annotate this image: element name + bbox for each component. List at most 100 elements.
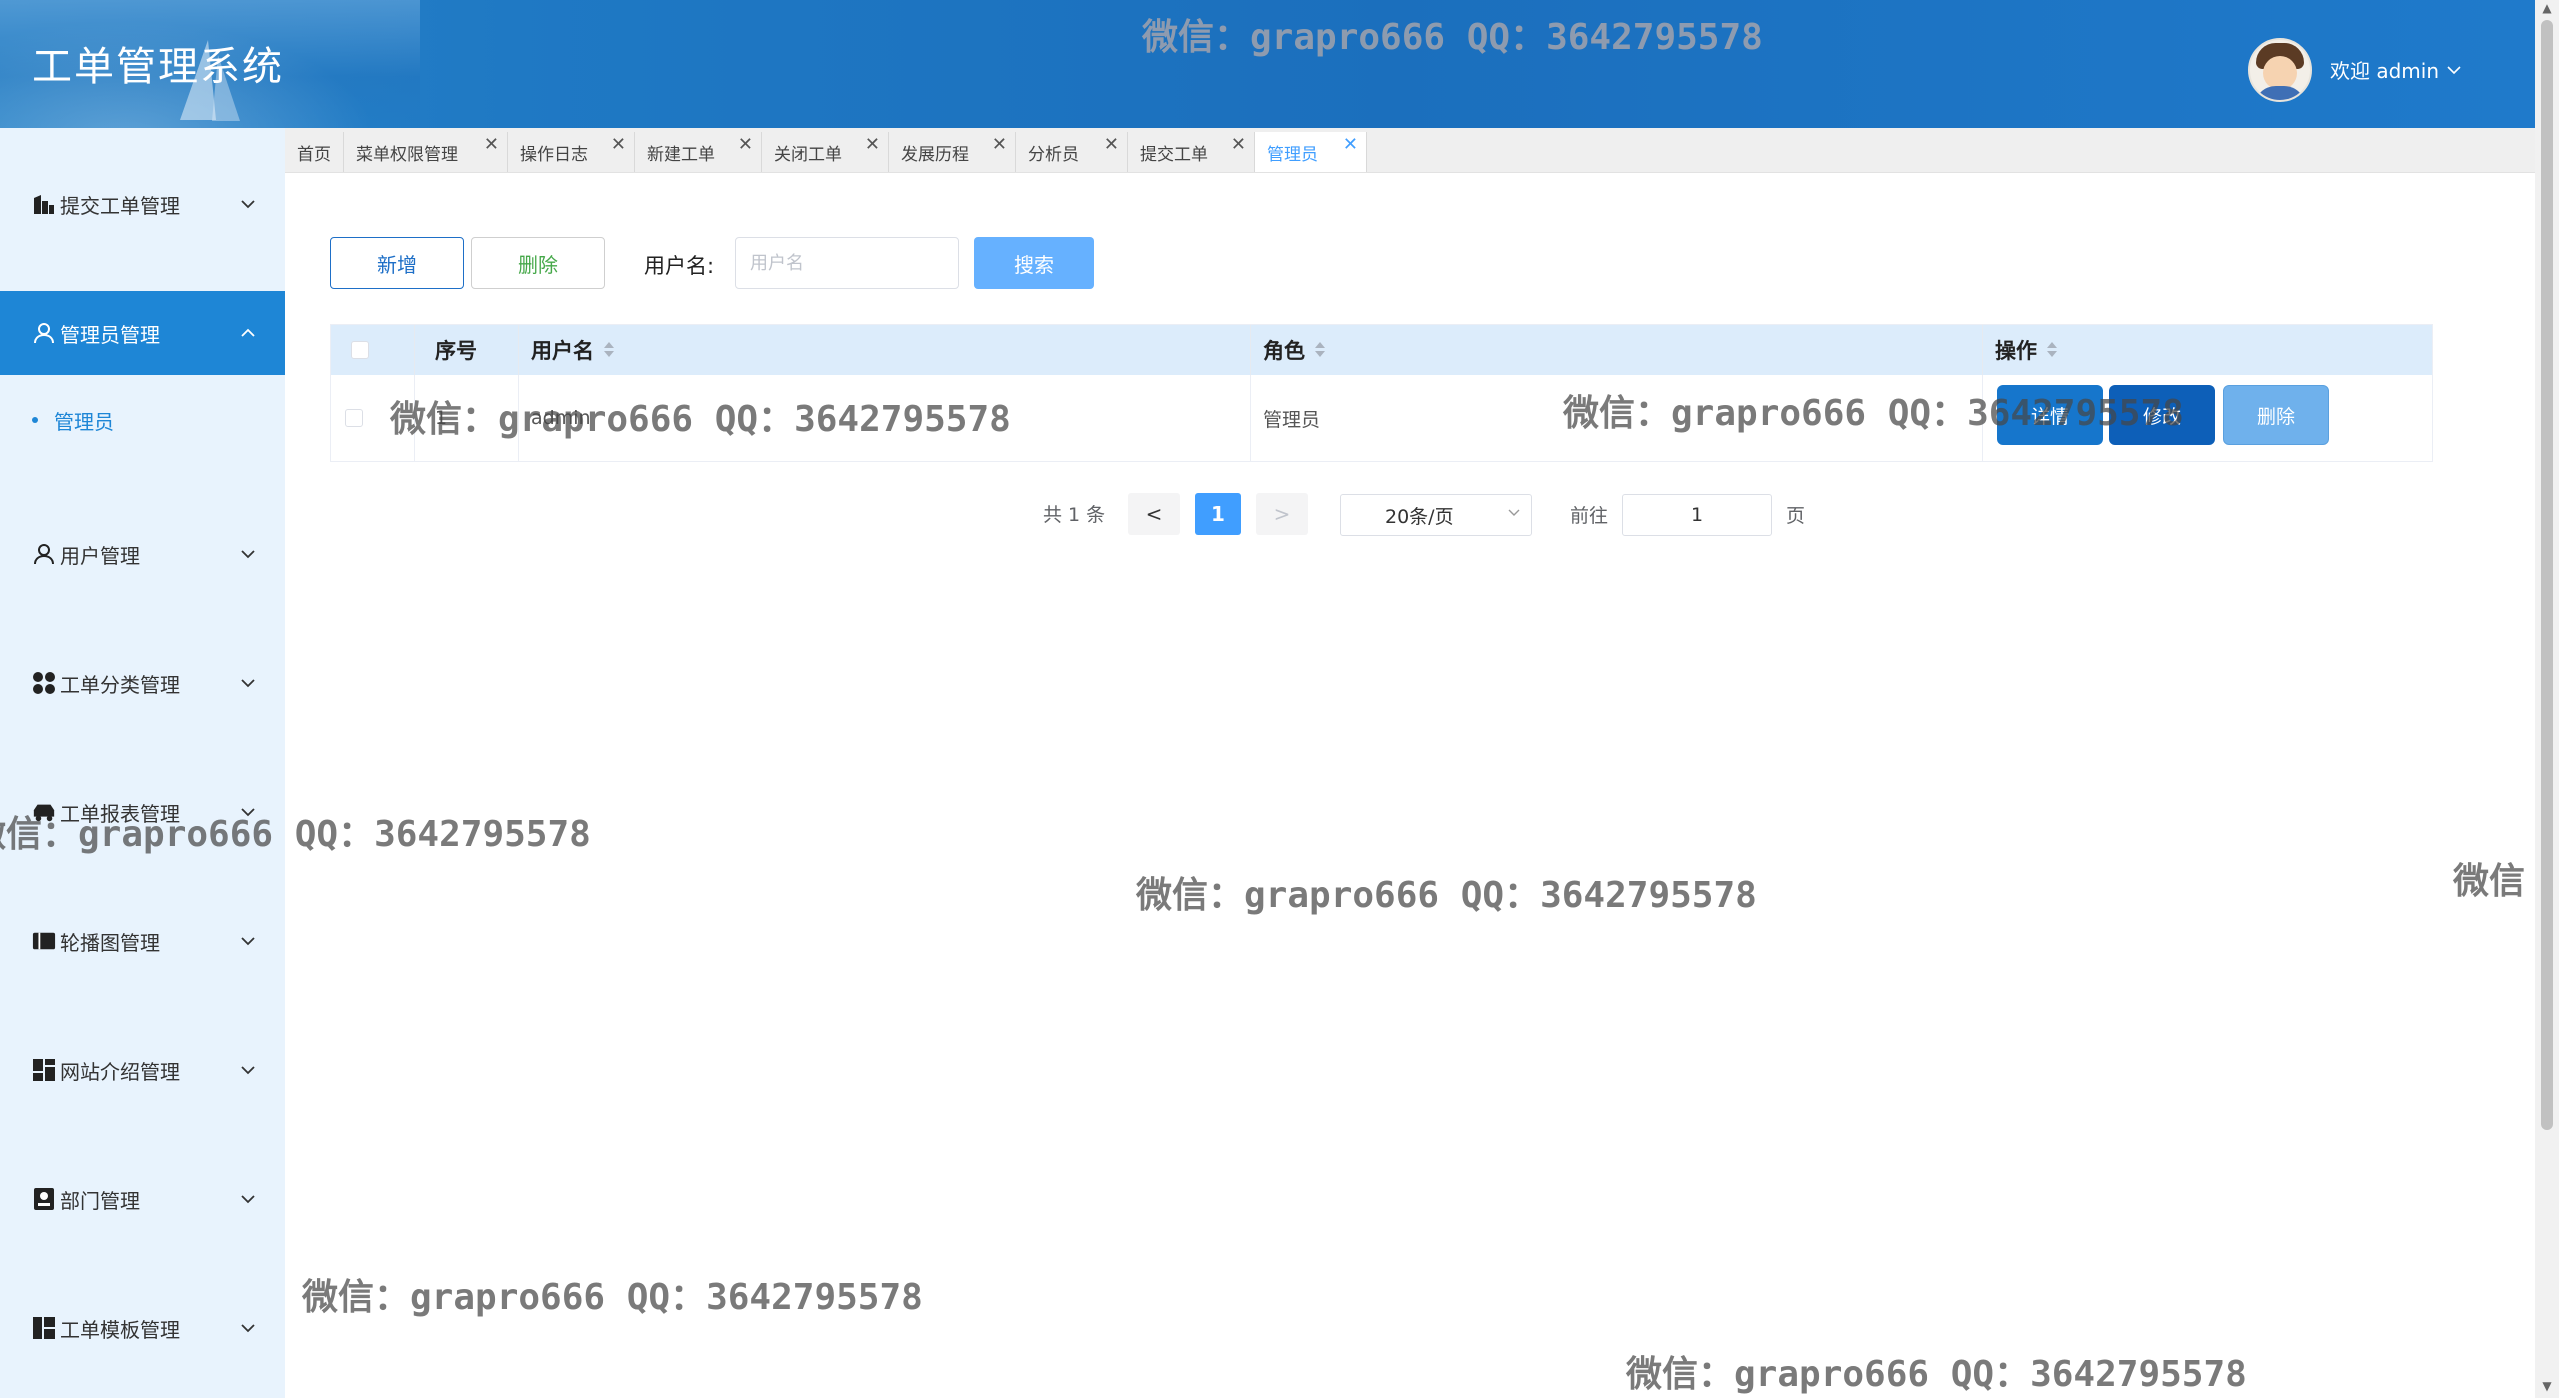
sidebar-subitem-label: 管理员	[54, 409, 114, 434]
avatar[interactable]	[2248, 38, 2312, 102]
sidebar-item-label: 部门管理	[60, 1188, 140, 1213]
column-header-username[interactable]: 用户名	[519, 325, 1251, 375]
chevron-down-icon	[241, 550, 255, 559]
select-all-checkbox[interactable]	[351, 341, 369, 359]
close-icon[interactable]: ✕	[1343, 134, 1358, 155]
scroll-down-arrow-icon[interactable]: ▼	[2541, 1380, 2553, 1392]
sidebar-item-label: 提交工单管理	[60, 193, 180, 218]
tab-label: 发展历程	[901, 144, 969, 165]
column-header-label: 角色	[1263, 339, 1305, 363]
edit-button[interactable]: 修改	[2109, 385, 2215, 445]
delete-button[interactable]: 删除	[471, 237, 605, 289]
sidebar-item-site-intro[interactable]: 网站介绍管理	[0, 1028, 285, 1112]
user-icon	[32, 542, 56, 566]
tab-bar: 首页 菜单权限管理 ✕ 操作日志 ✕ 新建工单 ✕ 关闭工单 ✕ 发展历程 ✕ …	[285, 128, 2535, 173]
building-icon	[32, 192, 56, 216]
sidebar-item-label: 用户管理	[60, 543, 140, 568]
row-select-cell	[331, 375, 415, 461]
chevron-down-icon	[241, 808, 255, 817]
sidebar-item-label: 工单分类管理	[60, 672, 180, 697]
column-header-label: 序号	[435, 339, 477, 363]
row-checkbox[interactable]	[345, 409, 363, 427]
cell-role: 管理员	[1251, 375, 1983, 461]
prev-page-button[interactable]: <	[1128, 493, 1180, 535]
tab-label: 首页	[297, 144, 331, 165]
layout-icon	[32, 1316, 56, 1340]
sidebar-item-ticket-report[interactable]: 工单报表管理	[0, 770, 285, 854]
tab-close-ticket[interactable]: 关闭工单 ✕	[762, 132, 889, 172]
app-header: 工单管理系统 欢迎 admin	[0, 0, 2535, 128]
sort-icon[interactable]	[1315, 341, 1325, 359]
page-number-button[interactable]: 1	[1195, 493, 1241, 535]
user-menu[interactable]: 欢迎 admin	[2330, 55, 2461, 84]
chevron-down-icon	[2447, 65, 2461, 74]
tab-menu-permission[interactable]: 菜单权限管理 ✕	[344, 132, 508, 172]
close-icon[interactable]: ✕	[611, 134, 626, 155]
select-all-cell	[331, 325, 415, 375]
page-size-select[interactable]: 20条/页	[1340, 494, 1532, 536]
table-header: 序号 用户名 角色 操作	[331, 325, 2432, 375]
chevron-down-icon	[241, 679, 255, 688]
column-header-index: 序号	[415, 325, 519, 375]
add-button[interactable]: 新增	[330, 237, 464, 289]
sidebar-item-department[interactable]: 部门管理	[0, 1157, 285, 1241]
detail-button[interactable]: 详情	[1997, 385, 2103, 445]
tab-new-ticket[interactable]: 新建工单 ✕	[635, 132, 762, 172]
chevron-up-icon	[241, 328, 255, 337]
scroll-up-arrow-icon[interactable]: ▲	[2541, 2, 2553, 14]
tab-label: 分析员	[1028, 144, 1079, 165]
close-icon[interactable]: ✕	[738, 134, 753, 155]
close-icon[interactable]: ✕	[1231, 134, 1246, 155]
column-header-label: 操作	[1995, 339, 2037, 363]
sidebar-item-label: 网站介绍管理	[60, 1059, 180, 1084]
car-icon	[32, 800, 56, 824]
close-icon[interactable]: ✕	[1104, 134, 1119, 155]
tab-home[interactable]: 首页	[285, 132, 344, 172]
scrollbar-thumb[interactable]	[2541, 20, 2553, 1130]
tab-history[interactable]: 发展历程 ✕	[889, 132, 1016, 172]
app-title: 工单管理系统	[32, 44, 284, 90]
tab-label: 提交工单	[1140, 144, 1208, 165]
sidebar-item-label: 管理员管理	[60, 322, 160, 347]
column-header-role[interactable]: 角色	[1251, 325, 1983, 375]
sidebar-item-ticket-template[interactable]: 工单模板管理	[0, 1286, 285, 1370]
table-row: 1 admin 管理员 详情 修改 删除	[331, 375, 2432, 461]
watermark: 微信：grapro666 QQ：3642795578	[1136, 875, 1757, 916]
tab-label: 新建工单	[647, 144, 715, 165]
column-header-actions[interactable]: 操作	[1983, 325, 2432, 375]
sidebar-subitem-admin[interactable]: 管理员	[0, 370, 285, 470]
goto-label: 前往	[1570, 505, 1609, 527]
sidebar-item-submit-ticket[interactable]: 提交工单管理	[0, 162, 285, 246]
bullet-dot-icon	[32, 417, 38, 423]
row-delete-button[interactable]: 删除	[2223, 385, 2329, 445]
pagination-total: 共 1 条	[1043, 504, 1106, 526]
close-icon[interactable]: ✕	[992, 134, 1007, 155]
page-size-value: 20条/页	[1385, 505, 1454, 528]
sort-icon[interactable]	[2047, 341, 2057, 359]
tab-label: 操作日志	[520, 144, 588, 165]
tab-admin[interactable]: 管理员 ✕	[1255, 132, 1367, 172]
close-icon[interactable]: ✕	[865, 134, 880, 155]
sidebar: 提交工单管理 管理员管理 管理员 用户管理 工单分类管理 工单报表管理 轮播图管…	[0, 128, 285, 1398]
tab-analyst[interactable]: 分析员 ✕	[1016, 132, 1128, 172]
search-button[interactable]: 搜索	[974, 237, 1094, 289]
user-icon	[32, 321, 56, 345]
next-page-button[interactable]: >	[1256, 493, 1308, 535]
sidebar-item-carousel[interactable]: 轮播图管理	[0, 899, 285, 983]
sidebar-item-user-management[interactable]: 用户管理	[0, 512, 285, 596]
tab-label: 管理员	[1267, 144, 1318, 165]
search-label: 用户名:	[644, 254, 715, 278]
goto-page-input[interactable]: 1	[1622, 494, 1772, 536]
tab-submit-ticket[interactable]: 提交工单 ✕	[1128, 132, 1255, 172]
page-suffix: 页	[1786, 505, 1806, 527]
chevron-down-icon	[1508, 509, 1520, 516]
close-icon[interactable]: ✕	[484, 134, 499, 155]
sidebar-item-admin-management[interactable]: 管理员管理	[0, 291, 285, 375]
tab-operation-log[interactable]: 操作日志 ✕	[508, 132, 635, 172]
watermark: 微信	[2453, 861, 2526, 902]
sidebar-item-ticket-category[interactable]: 工单分类管理	[0, 641, 285, 725]
cell-index: 1	[415, 375, 519, 461]
chevron-down-icon	[241, 1324, 255, 1333]
sort-icon[interactable]	[604, 341, 614, 359]
username-search-input[interactable]	[735, 237, 959, 289]
